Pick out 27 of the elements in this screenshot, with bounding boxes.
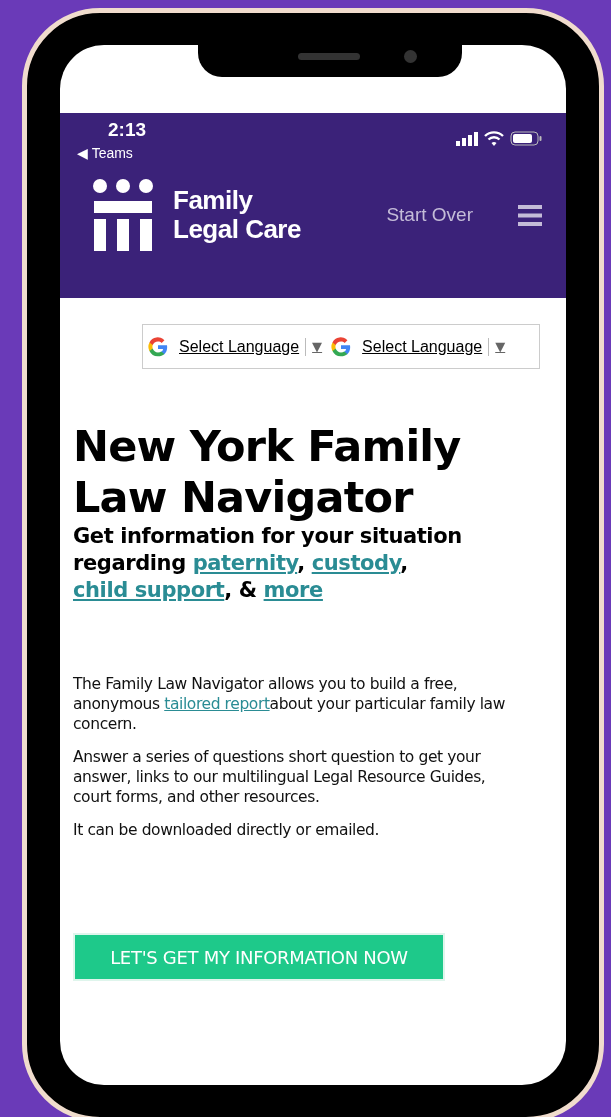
page-title: New York Family Law Navigator bbox=[73, 421, 462, 523]
text-link[interactable]: more bbox=[263, 578, 323, 602]
speaker-grille bbox=[298, 53, 360, 60]
menu-icon[interactable] bbox=[518, 204, 542, 226]
text-link[interactable]: custody bbox=[311, 551, 401, 575]
logo-icon bbox=[93, 179, 153, 251]
start-over-button[interactable]: Start Over bbox=[386, 204, 473, 226]
back-link[interactable]: ◀ Teams bbox=[77, 145, 147, 161]
signal-icon bbox=[456, 131, 478, 146]
text-link[interactable]: paternity bbox=[192, 551, 298, 575]
subtitle: Get information for your situation regarding paternity, custody, child support, & more bbox=[73, 523, 463, 604]
text-link[interactable]: tailored report bbox=[164, 695, 270, 713]
language-select[interactable]: Select Language bbox=[362, 337, 483, 356]
camera-dot bbox=[404, 50, 417, 63]
text-link[interactable]: child support bbox=[73, 578, 225, 602]
dropdown-arrow[interactable]: ▼ bbox=[312, 339, 323, 354]
body-paragraph: It can be downloaded directly or emailed. bbox=[73, 820, 381, 840]
dropdown-arrow[interactable]: ▼ bbox=[495, 339, 506, 354]
google-icon bbox=[147, 335, 169, 358]
status-time: 2:13 bbox=[108, 119, 147, 141]
language-select[interactable]: Select Language bbox=[179, 337, 300, 356]
wifi-icon bbox=[484, 131, 504, 146]
battery-icon bbox=[510, 131, 542, 146]
body-paragraph: Answer a series of questions short question to get your answer, links to our multilingual Legal Resource Guides, court forms, and other resources. bbox=[73, 747, 487, 807]
body-paragraph: The Family Law Navigator allows you to build a free, anonymous tailored reportabout your particular family law concern. bbox=[73, 674, 506, 734]
logo-text: Family Legal Care bbox=[173, 186, 301, 244]
google-icon bbox=[330, 335, 353, 358]
